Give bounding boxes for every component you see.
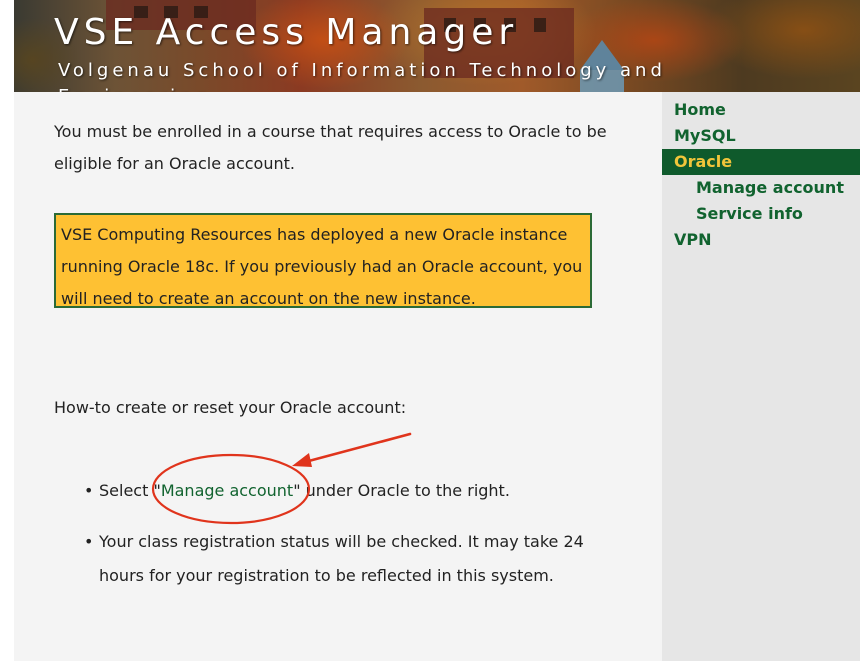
manage-account-link[interactable]: Manage account	[161, 481, 293, 500]
sidebar-item-vpn[interactable]: VPN	[662, 227, 860, 253]
list-item: • Your class registration status will be…	[84, 525, 604, 593]
sidebar-item-oracle[interactable]: Oracle	[662, 149, 860, 175]
banner-window	[534, 18, 546, 32]
howto-heading: How-to create or reset your Oracle accou…	[54, 398, 407, 417]
sidebar-item-home[interactable]: Home	[662, 97, 860, 123]
oracle-notice-text: VSE Computing Resources has deployed a n…	[61, 225, 583, 308]
eligibility-text: You must be enrolled in a course that re…	[54, 122, 607, 173]
step2-text: Your class registration status will be c…	[99, 532, 584, 585]
howto-steps-list: • Select "Manage account" under Oracle t…	[84, 474, 604, 610]
sidebar-item-mysql[interactable]: MySQL	[662, 123, 860, 149]
sidebar-item-manage-account[interactable]: Manage account	[662, 175, 860, 201]
header-banner: VSE Access Manager Volgenau School of In…	[14, 0, 860, 92]
bullet-icon: •	[84, 481, 94, 500]
oracle-notice-box: VSE Computing Resources has deployed a n…	[54, 213, 592, 308]
step1-prefix: Select "	[99, 481, 161, 500]
main-content: You must be enrolled in a course that re…	[14, 92, 662, 661]
site-title: VSE Access Manager	[54, 12, 519, 53]
sidebar-nav: Home MySQL Oracle Manage account Service…	[662, 92, 860, 661]
list-item: • Select "Manage account" under Oracle t…	[84, 474, 604, 508]
bullet-icon: •	[84, 532, 94, 551]
step1-suffix: " under Oracle to the right.	[293, 481, 510, 500]
sidebar-item-service-info[interactable]: Service info	[662, 201, 860, 227]
site-subtitle: Volgenau School of Information Technolog…	[58, 60, 666, 92]
